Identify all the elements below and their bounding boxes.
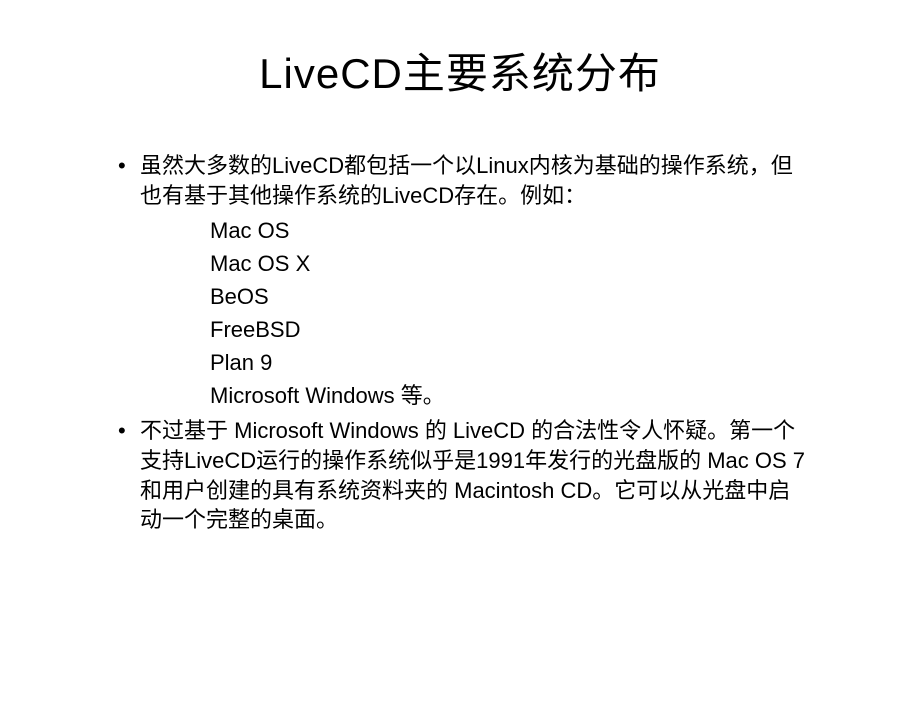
- systems-list: Mac OS Mac OS X BeOS FreeBSD Plan 9 Micr…: [110, 214, 810, 412]
- system-item-freebsd: FreeBSD: [210, 313, 810, 346]
- system-item-macos: Mac OS: [210, 214, 810, 247]
- system-item-beos: BeOS: [210, 280, 810, 313]
- system-item-plan9: Plan 9: [210, 346, 810, 379]
- system-item-windows: Microsoft Windows 等。: [210, 379, 810, 412]
- bullet-point-1: 虽然大多数的LiveCD都包括一个以Linux内核为基础的操作系统，但也有基于其…: [110, 151, 810, 210]
- system-item-macosx: Mac OS X: [210, 247, 810, 280]
- slide-content: 虽然大多数的LiveCD都包括一个以Linux内核为基础的操作系统，但也有基于其…: [50, 151, 870, 535]
- slide-title: LiveCD主要系统分布: [50, 40, 870, 101]
- bullet-point-2: 不过基于 Microsoft Windows 的 LiveCD 的合法性令人怀疑…: [110, 416, 810, 535]
